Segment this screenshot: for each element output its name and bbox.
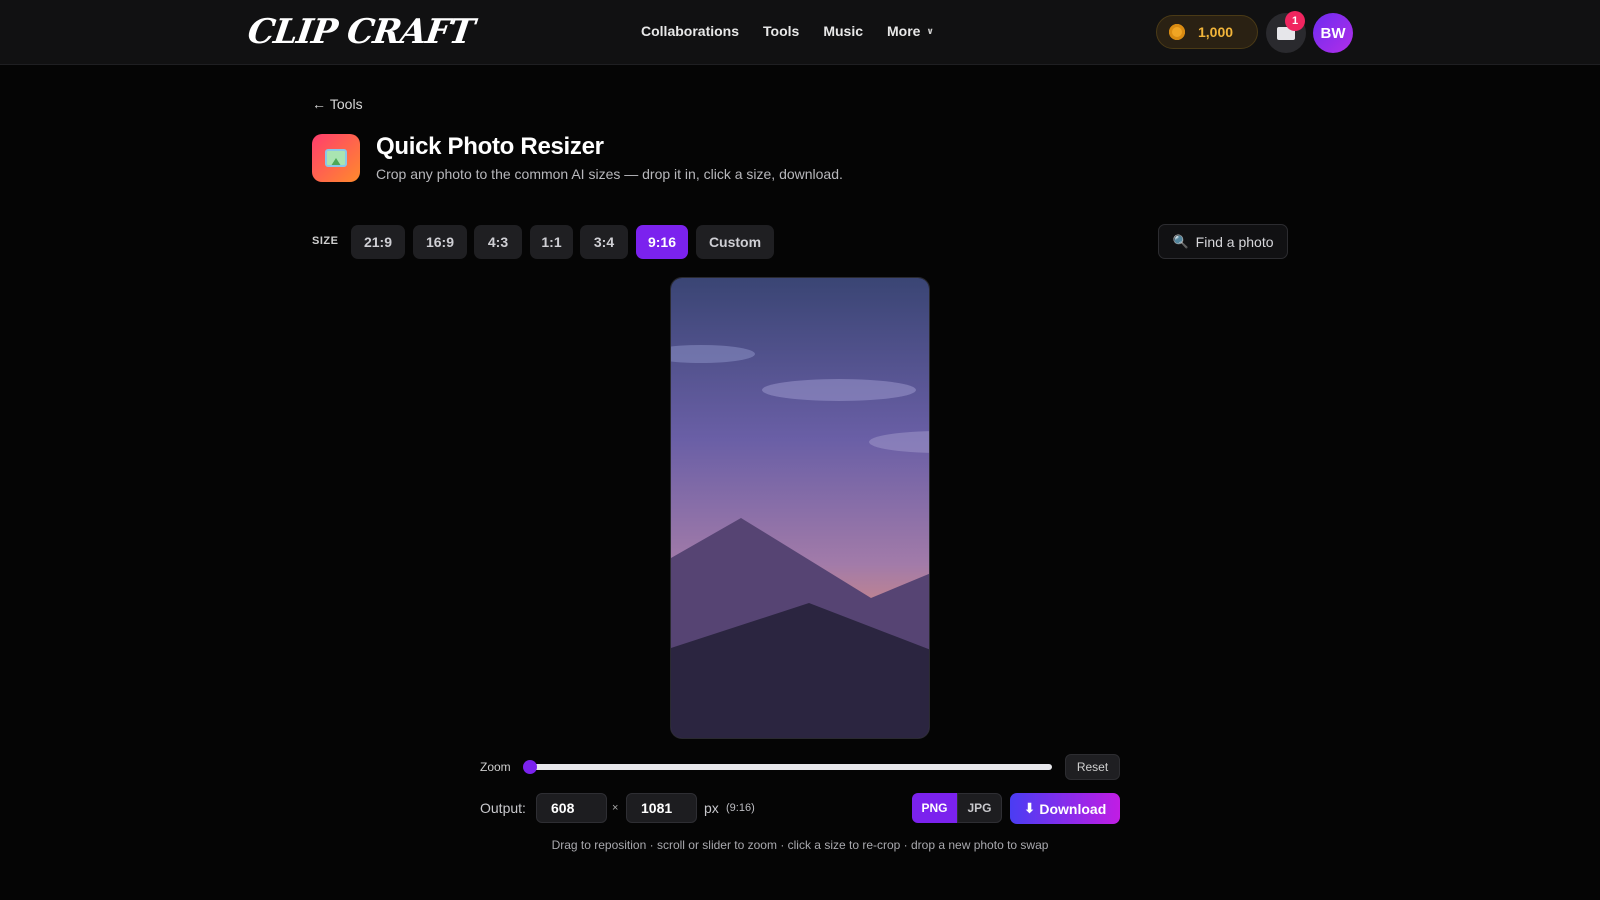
output-width-input[interactable] [536,793,607,823]
download-icon: ⬇ [1023,800,1036,816]
top-navigation-bar: CLIP CRAFT Collaborations Tools Music Mo… [0,0,1600,65]
size-21-9-button[interactable]: 21:9 [351,225,405,259]
size-4-3-button[interactable]: 4:3 [474,225,522,259]
size-16-9-button[interactable]: 16:9 [413,225,467,259]
page-title: Quick Photo Resizer [376,133,604,160]
user-avatar[interactable]: BW [1313,13,1353,53]
arrow-left-icon: ← [312,96,326,112]
photo-crop-canvas[interactable] [670,277,930,739]
notification-count-badge: 1 [1285,11,1305,31]
zoom-slider-track[interactable] [530,764,1052,770]
back-to-tools-link[interactable]: ← Tools [312,96,363,112]
size-custom-button[interactable]: Custom [696,225,774,259]
coin-balance[interactable]: 1,000 [1156,15,1258,49]
output-height-input[interactable] [626,793,697,823]
photo-resizer-app-icon [312,134,360,182]
aspect-ratio-label: (9:16) [726,802,755,814]
format-jpg-button[interactable]: JPG [957,793,1002,823]
unit-label: px [704,800,719,816]
output-label: Output: [480,800,526,816]
coin-amount: 1,000 [1198,24,1234,40]
nav-collaborations[interactable]: Collaborations [641,23,739,39]
times-sign: × [612,802,619,814]
coin-icon [1169,24,1185,40]
size-9-16-button[interactable]: 9:16 [636,225,688,259]
main-nav: Collaborations Tools Music More ∨ [641,23,958,39]
picture-icon [325,149,347,167]
search-icon: 🔍 [1172,233,1189,249]
zoom-slider-thumb[interactable] [523,760,537,774]
size-3-4-button[interactable]: 3:4 [580,225,628,259]
find-photo-button[interactable]: 🔍 Find a photo [1158,224,1288,259]
clip-craft-logo[interactable]: CLIP CRAFT [245,12,476,52]
size-label: SIZE [312,235,339,247]
nav-more[interactable]: More ∨ [887,23,934,39]
size-1-1-button[interactable]: 1:1 [530,225,573,259]
photo-preview [671,278,929,738]
reset-button[interactable]: Reset [1065,754,1120,780]
page-subtitle: Crop any photo to the common AI sizes — … [376,166,843,182]
chevron-down-icon: ∨ [926,25,934,36]
download-button[interactable]: ⬇ Download [1010,793,1120,824]
nav-tools[interactable]: Tools [763,23,799,39]
usage-hint: Drag to reposition · scroll or slider to… [551,838,1049,852]
zoom-label: Zoom [480,760,511,774]
format-png-button[interactable]: PNG [912,793,957,823]
nav-music[interactable]: Music [823,23,863,39]
cloud [762,379,916,401]
